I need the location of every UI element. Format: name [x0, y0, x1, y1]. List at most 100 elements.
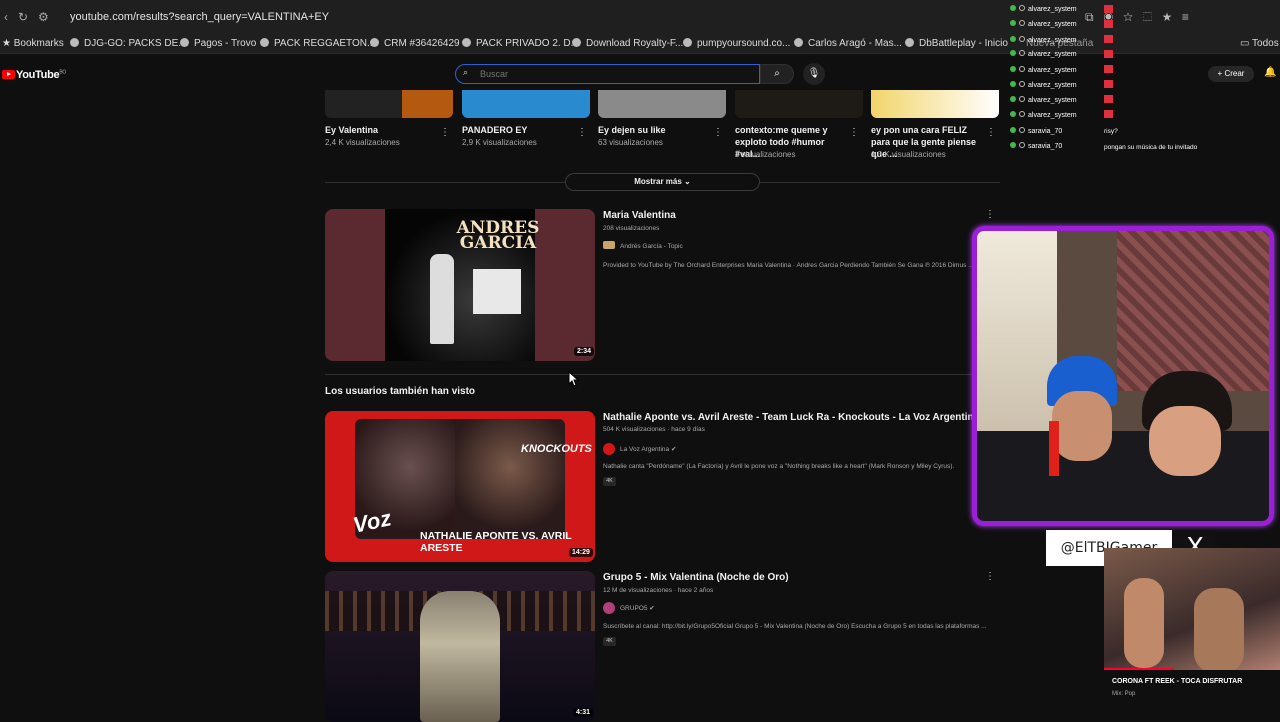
extension-icons[interactable]: ⧉ ◉ ☆ ⬚ ★ ≡ — [1085, 10, 1189, 25]
short-views: 1,3 K visualizaciones — [871, 150, 946, 159]
chevron-down-icon: ⌄ — [684, 177, 691, 186]
thumbnail-image — [455, 419, 565, 539]
verified-icon: ✔ — [670, 446, 677, 453]
chat-line: alvarez_system — [1010, 66, 1077, 74]
channel-avatar[interactable] — [603, 241, 615, 249]
video-title[interactable]: Nathalie Aponte vs. Avril Areste - Team … — [603, 412, 1004, 423]
now-playing-title: CORONA FT REEK - TOCA DISFRUTAR — [1112, 678, 1243, 685]
notifications-bell-icon[interactable]: 🔔 — [1264, 67, 1276, 78]
chat-badge-icon — [1104, 5, 1113, 121]
verified-icon: ✔ — [649, 605, 655, 612]
search-icon: ⌕ — [774, 68, 780, 79]
video-thumbnail[interactable]: KNOCKOUTS Voz NATHALIE APONTE VS. AVRIL … — [325, 411, 595, 562]
bookmark-item[interactable]: DJG-GO: PACKS DE... — [70, 38, 187, 49]
youtube-logo[interactable]: YouTubeBO — [2, 69, 66, 81]
more-options-icon[interactable]: ⋮ — [713, 127, 723, 138]
divider — [760, 182, 1000, 183]
mouse-cursor-icon — [568, 371, 580, 387]
more-options-icon[interactable]: ⋮ — [440, 127, 450, 138]
more-options-icon[interactable]: ⋮ — [985, 209, 995, 220]
video-thumbnail[interactable] — [325, 571, 595, 722]
divider — [325, 182, 565, 183]
video-description: Suscríbete al canal: http://bit.ly/Grupo… — [603, 623, 987, 630]
webcam-face — [1052, 391, 1112, 461]
video-description: Provided to YouTube by The Orchard Enter… — [603, 262, 974, 269]
video-title[interactable]: Grupo 5 - Mix Valentina (Noche de Oro) — [603, 572, 789, 583]
4k-badge: 4K — [603, 637, 616, 646]
reload-icon[interactable]: ‹ ↻ ⚙ — [4, 10, 49, 24]
short-title[interactable]: Ey dejen su like — [598, 124, 708, 136]
create-button[interactable]: + Crear — [1208, 66, 1254, 82]
video-thumbnail[interactable]: ANDRES GARCIA — [325, 209, 595, 361]
bookmark-item[interactable]: Pagos - Trovo — [180, 38, 256, 49]
bookmark-item[interactable]: ▭ Todos — [1240, 38, 1279, 49]
thumbnail-figure — [1194, 588, 1244, 670]
channel-avatar[interactable] — [603, 602, 615, 614]
bookmark-item[interactable]: CRM #36426429 — [370, 38, 460, 49]
more-options-icon[interactable]: ⋮ — [985, 571, 995, 582]
short-thumbnail[interactable] — [598, 90, 726, 118]
now-playing-subtitle: Mix: Pop — [1112, 691, 1136, 697]
more-options-icon[interactable]: ⋮ — [849, 127, 859, 138]
thumbnail-figure — [1124, 578, 1164, 668]
channel-name[interactable]: Andrés García - Topic — [620, 243, 683, 250]
channel-name[interactable]: GRUPO5 ✔ — [620, 604, 655, 612]
now-playing-thumbnail — [1104, 548, 1280, 670]
chat-message: pongan su música de tu invitado — [1104, 144, 1198, 151]
bookmark-item[interactable]: DbBattleplay - Inicio — [905, 38, 1008, 49]
search-icon: ⌕ — [463, 67, 469, 77]
chat-line: saravia_70 — [1010, 142, 1062, 150]
bookmark-item[interactable]: pumpyoursound.co... — [683, 38, 790, 49]
webcam-face — [1149, 406, 1221, 476]
bookmark-item[interactable]: PACK REGGAETON... — [260, 38, 375, 49]
short-views: 2,9 K visualizaciones — [462, 138, 537, 147]
short-views: 63 visualizaciones — [598, 138, 663, 147]
thumbnail-tag: KNOCKOUTS — [521, 443, 592, 455]
mic-button[interactable]: 🎙 — [803, 63, 825, 85]
chat-line: alvarez_system — [1010, 20, 1077, 28]
chat-line: alvarez_system — [1010, 50, 1077, 58]
bookmark-item[interactable]: Download Royalty-F... — [572, 38, 683, 49]
channel-avatar[interactable] — [603, 443, 615, 455]
thumbnail-figure — [420, 591, 500, 722]
divider — [325, 374, 1000, 375]
chat-line: alvarez_system — [1010, 96, 1077, 104]
channel-name[interactable]: La Voz Argentina ✔ — [620, 445, 676, 453]
bookmark-item[interactable]: PACK PRIVADO 2. D... — [462, 38, 579, 49]
thumbnail-text: ANDRES GARCIA — [456, 218, 540, 253]
video-duration: 14:29 — [569, 548, 593, 557]
more-options-icon[interactable]: ⋮ — [577, 127, 587, 138]
webcam-wallpaper — [1117, 231, 1269, 391]
short-thumbnail[interactable] — [871, 90, 999, 118]
short-thumbnail[interactable] — [735, 90, 863, 118]
search-input[interactable] — [480, 67, 730, 81]
short-thumbnail[interactable] — [462, 90, 590, 118]
more-options-icon[interactable]: ⋮ — [986, 127, 996, 138]
search-button[interactable]: ⌕ — [760, 64, 794, 84]
video-meta: 504 K visualizaciones · hace 9 días — [603, 426, 705, 433]
webcam-foreground — [977, 431, 1269, 521]
thumbnail-window — [473, 269, 521, 314]
video-meta: 208 visualizaciones — [603, 225, 660, 232]
short-thumbnail[interactable] — [325, 90, 453, 118]
browser-toolbar: ‹ ↻ ⚙ youtube.com/results?search_query=V… — [0, 0, 1280, 34]
webcam-mic — [1049, 421, 1059, 476]
youtube-play-icon — [2, 70, 15, 79]
short-title[interactable]: PANADERO EY — [462, 124, 572, 136]
now-playing-progress — [1104, 668, 1175, 670]
webcam-overlay — [972, 226, 1274, 526]
video-description: Nathalie canta "Perdóname" (La Factoría)… — [603, 463, 955, 470]
short-title[interactable]: Ey Valentina — [325, 124, 435, 136]
bookmark-item[interactable]: ★ Bookmarks — [2, 38, 64, 49]
video-duration: 4:31 — [573, 708, 594, 717]
bookmarks-bar: ★ Bookmarks DJG-GO: PACKS DE... Pagos - … — [0, 34, 1280, 54]
address-bar[interactable]: youtube.com/results?search_query=VALENTI… — [70, 11, 329, 23]
chat-line: alvarez_system — [1010, 5, 1077, 13]
bookmark-item[interactable]: Carlos Aragó - Mas... — [794, 38, 902, 49]
chat-line: alvarez_system — [1010, 36, 1077, 44]
4k-badge: 4K — [603, 477, 616, 486]
section-heading: Los usuarios también han visto — [325, 386, 476, 397]
video-title[interactable]: Maria Valentina — [603, 210, 676, 221]
show-more-button[interactable]: Mostrar más ⌄ — [565, 173, 760, 191]
chat-line: alvarez_system — [1010, 111, 1077, 119]
